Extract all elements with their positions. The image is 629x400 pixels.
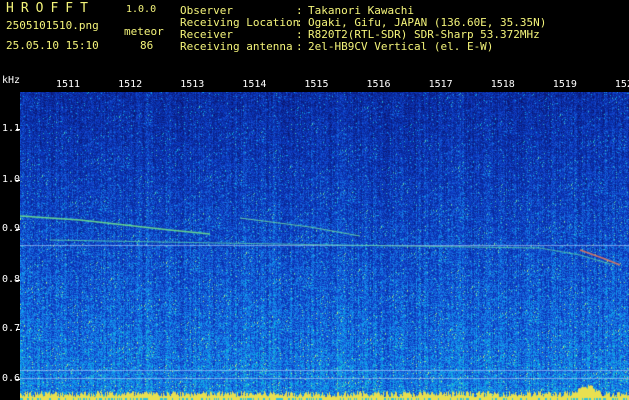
antenna-value: 2el-HB9CV Vertical (el. E-W) [308,40,494,53]
x-tick-label: 1514 [242,79,267,90]
meteor-count: 86 [140,39,154,52]
antenna-label: Receiving antenna [180,40,293,53]
x-tick-label: 1519 [552,79,577,90]
header-panel: HROFFT 1.0.0 2505101510.png meteor 25.05… [0,0,629,74]
x-tick-label: 1513 [180,79,205,90]
colon-sep: : [296,40,303,53]
datetime: 25.05.10 15:10 [6,39,99,52]
app-version: 1.0.0 [126,4,157,15]
x-tick-label: 1520 [614,79,629,90]
x-tick-label: 1512 [118,79,143,90]
app-name: HROFFT [6,1,95,16]
filename: 2505101510.png [6,19,99,32]
x-tick-label: 1515 [304,79,329,90]
x-tick-label: 1517 [428,79,453,90]
x-tick-label: 1518 [490,79,515,90]
meteor-label: meteor [124,25,164,38]
spectrogram-canvas [20,92,629,400]
y-unit-label: kHz [2,75,21,86]
x-tick-label: 1511 [56,79,81,90]
x-tick-label: 1516 [366,79,391,90]
